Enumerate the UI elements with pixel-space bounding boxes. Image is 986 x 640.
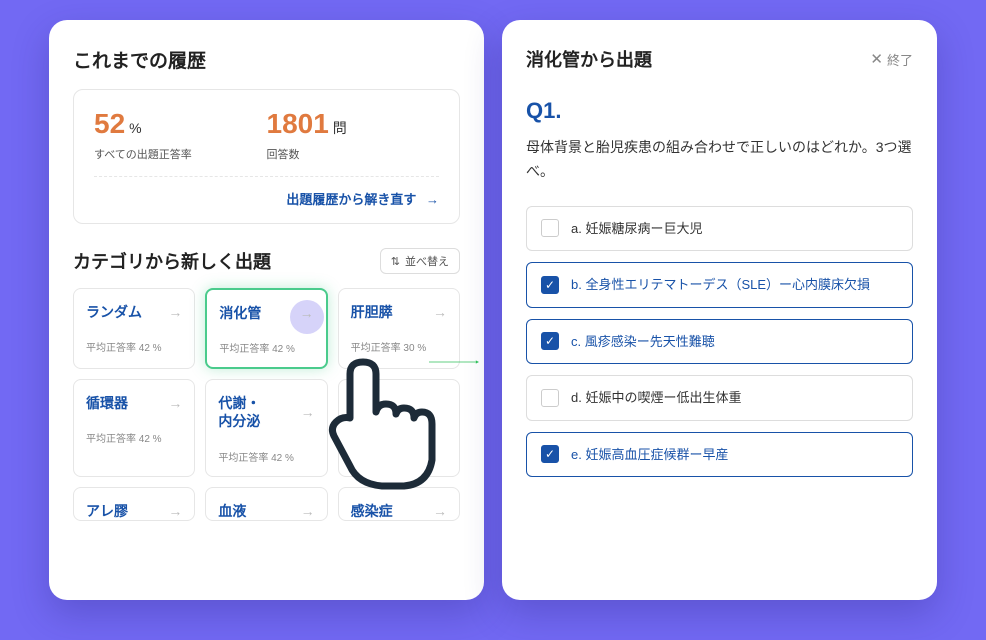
category-stat: 平均正答率 42 % — [218, 449, 314, 464]
category-name: ランダム — [86, 303, 142, 321]
option-d[interactable]: d. 妊娠中の喫煙ー低出生体重 — [526, 375, 913, 421]
category-name: 循環器 — [86, 394, 128, 412]
chevron-right-icon: → — [168, 503, 182, 519]
accuracy-value: 52 — [94, 108, 125, 140]
answered-label: 回答数 — [267, 146, 440, 162]
close-label: 終了 — [887, 50, 913, 69]
category-name: 消化管 — [219, 304, 261, 322]
quiz-title: 消化管から出題 — [526, 46, 652, 72]
category-name: アレ膠 — [86, 502, 128, 520]
question-number: Q1. — [526, 98, 913, 124]
option-a[interactable]: a. 妊娠糖尿病ー巨大児 — [526, 206, 913, 252]
option-b[interactable]: ✓ b. 全身性エリテマトーデス（SLE）ー心内膜床欠損 — [526, 262, 913, 308]
sort-label: 並べ替え — [405, 253, 449, 269]
category-card-allergy[interactable]: アレ膠 → — [73, 487, 195, 521]
checkbox-checked-icon: ✓ — [541, 445, 559, 463]
close-icon: ✕ — [870, 50, 883, 68]
category-card-hidden[interactable]: 平均正答率 30 % — [338, 379, 460, 476]
category-name: 感染症 — [351, 502, 393, 520]
option-text: a. 妊娠糖尿病ー巨大児 — [571, 219, 702, 239]
chevron-right-icon: → — [168, 304, 182, 320]
category-title: カテゴリから新しく出題 — [73, 248, 271, 274]
history-card: これまでの履歴 52 % すべての出題正答率 1801 問 回答数 — [49, 20, 484, 600]
checkbox-icon — [541, 219, 559, 237]
chevron-right-icon: → — [168, 395, 182, 411]
chevron-right-icon: → — [301, 503, 315, 519]
accuracy-unit: % — [129, 120, 141, 136]
checkbox-checked-icon: ✓ — [541, 332, 559, 350]
stats-box: 52 % すべての出題正答率 1801 問 回答数 出題履歴から解き直す → — [73, 89, 460, 224]
category-card-liver[interactable]: 肝胆膵 → 平均正答率 30 % — [338, 288, 460, 369]
answered-value: 1801 — [267, 108, 329, 140]
quiz-close-button[interactable]: ✕ 終了 — [870, 50, 913, 69]
chevron-right-icon: → — [300, 305, 314, 321]
category-stat: 平均正答率 42 % — [219, 340, 313, 355]
option-text: b. 全身性エリテマトーデス（SLE）ー心内膜床欠損 — [571, 275, 870, 295]
category-card-metabolic[interactable]: 代謝・ 内分泌 → 平均正答率 42 % — [205, 379, 327, 476]
category-stat: 平均正答率 30 % — [351, 339, 447, 354]
category-stat: 平均正答率 42 % — [86, 339, 182, 354]
category-name: 肝胆膵 — [351, 303, 393, 321]
chevron-right-icon: → — [301, 404, 315, 420]
options-list: a. 妊娠糖尿病ー巨大児 ✓ b. 全身性エリテマトーデス（SLE）ー心内膜床欠… — [526, 206, 913, 478]
checkbox-icon — [541, 389, 559, 407]
quiz-card: 消化管から出題 ✕ 終了 Q1. 母体背景と胎児疾患の組み合わせで正しいのはどれ… — [502, 20, 937, 600]
chevron-right-icon: → — [433, 503, 447, 519]
category-card-blood[interactable]: 血液 → — [205, 487, 327, 521]
question-text: 母体背景と胎児疾患の組み合わせで正しいのはどれか。3つ選べ。 — [526, 136, 913, 184]
option-text: d. 妊娠中の喫煙ー低出生体重 — [571, 388, 741, 408]
category-grid: ランダム → 平均正答率 42 % 消化管 → 平均正答率 42 % 肝胆膵 →… — [73, 288, 460, 521]
category-stat: 平均正答率 42 % — [86, 430, 182, 445]
accuracy-stat: 52 % すべての出題正答率 — [94, 108, 267, 162]
checkbox-checked-icon: ✓ — [541, 276, 559, 294]
arrow-right-icon: → — [426, 192, 439, 207]
option-c[interactable]: ✓ c. 風疹感染ー先天性難聴 — [526, 319, 913, 365]
category-stat: 平均正答率 30 % — [351, 412, 447, 427]
history-link[interactable]: 出題履歴から解き直す → — [286, 192, 439, 207]
answered-stat: 1801 問 回答数 — [267, 108, 440, 162]
chevron-right-icon: → — [433, 304, 447, 320]
history-title: これまでの履歴 — [73, 46, 460, 73]
category-name: 血液 — [218, 502, 246, 520]
category-card-infection[interactable]: 感染症 → — [338, 487, 460, 521]
category-card-random[interactable]: ランダム → 平均正答率 42 % — [73, 288, 195, 369]
category-card-digestive[interactable]: 消化管 → 平均正答率 42 % — [205, 288, 327, 369]
category-name: 代謝・ 内分泌 — [218, 394, 260, 430]
accuracy-label: すべての出題正答率 — [94, 146, 267, 162]
sort-icon: ⇅ — [391, 255, 400, 268]
category-card-cardio[interactable]: 循環器 → 平均正答率 42 % — [73, 379, 195, 476]
option-e[interactable]: ✓ e. 妊娠高血圧症候群ー早産 — [526, 432, 913, 478]
answered-unit: 問 — [333, 118, 347, 138]
sort-button[interactable]: ⇅ 並べ替え — [380, 248, 460, 274]
history-link-text: 出題履歴から解き直す — [286, 192, 416, 207]
option-text: c. 風疹感染ー先天性難聴 — [571, 332, 715, 352]
option-text: e. 妊娠高血圧症候群ー早産 — [571, 445, 728, 465]
